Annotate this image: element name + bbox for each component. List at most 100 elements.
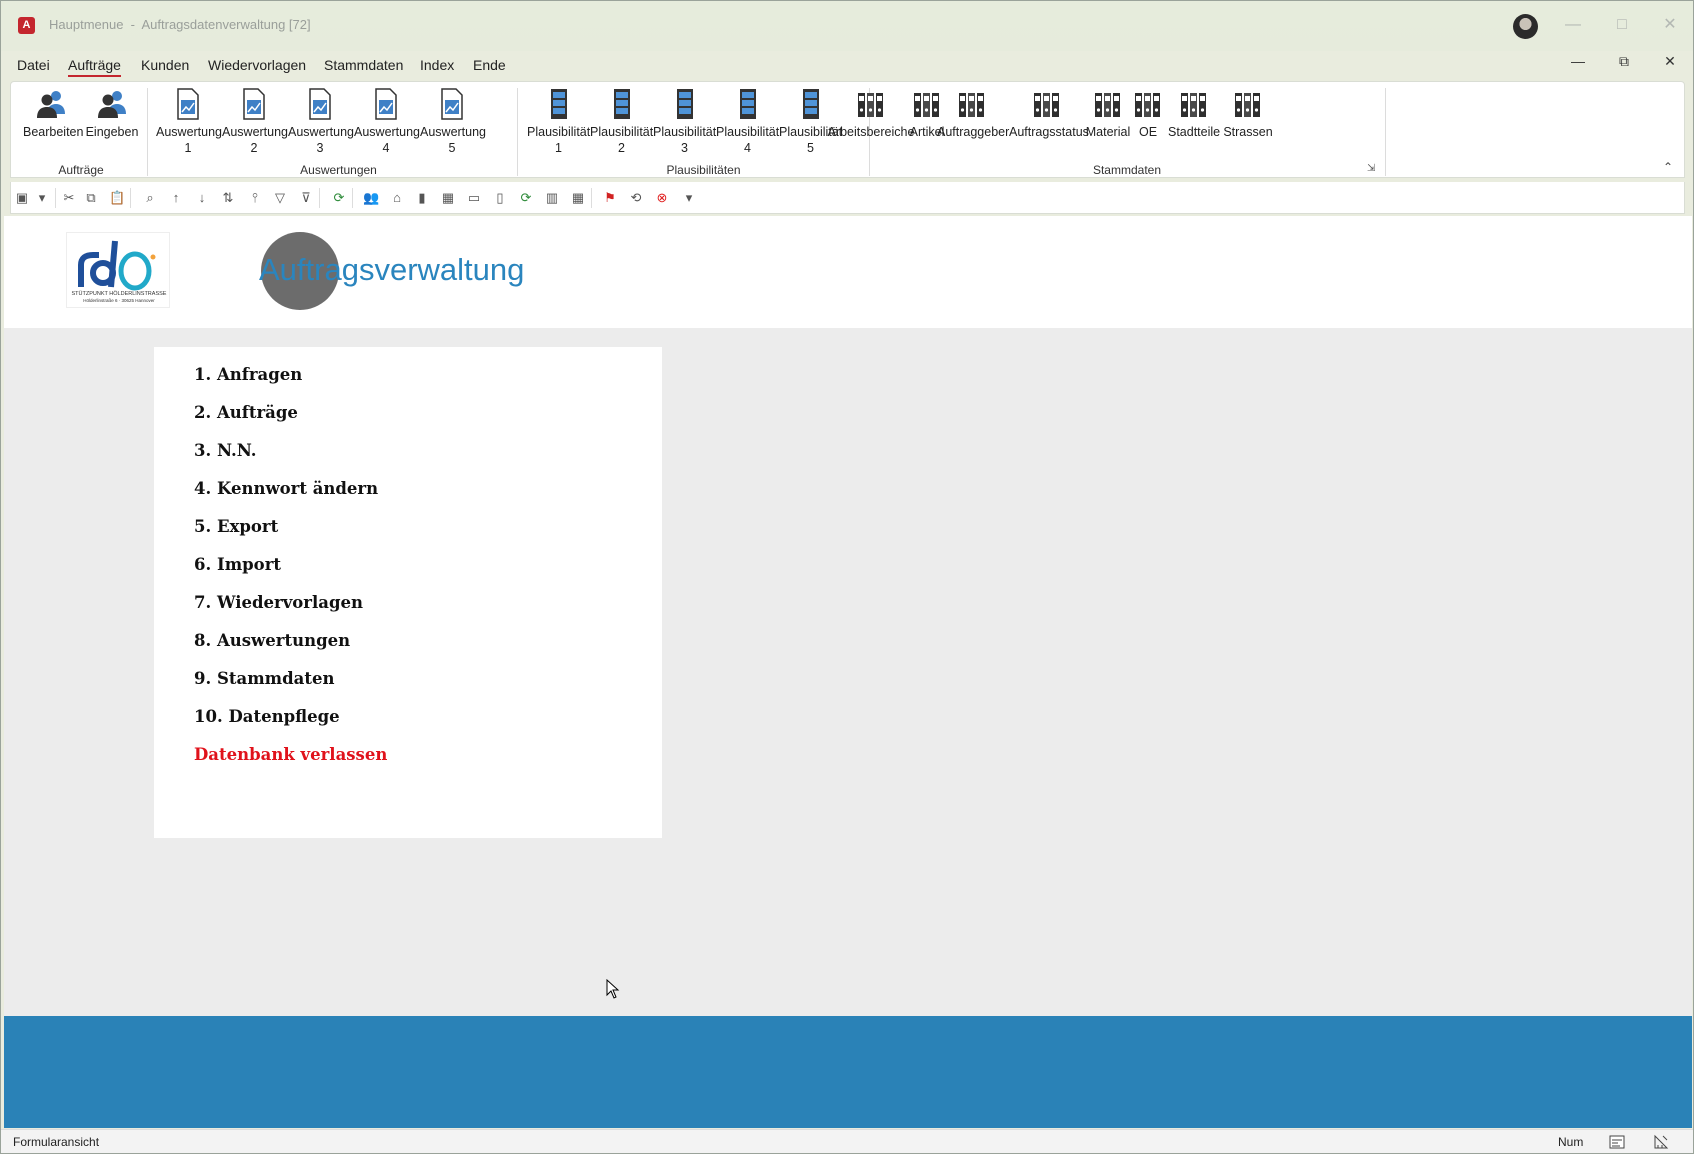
users-icon xyxy=(36,88,66,120)
menu-item-10[interactable]: 10. Datenpflege xyxy=(194,707,340,726)
cancel-icon[interactable]: ⊗ xyxy=(654,190,670,206)
sort-ascending-icon[interactable]: ↑ xyxy=(168,190,184,206)
stammdaten-oe-button-label: OE xyxy=(1138,125,1158,139)
group-label-stammdaten: Stammdaten xyxy=(1092,163,1162,177)
stammdaten-material-button-label: Material xyxy=(1085,125,1131,139)
plausibilitaet-2-button[interactable]: Plausibilität 2 xyxy=(590,88,653,156)
stammdaten-oe-button[interactable]: OE xyxy=(1133,88,1163,140)
bearbeiten-button[interactable]: Bearbeiten xyxy=(23,88,83,140)
report-icon xyxy=(173,88,203,120)
collapse-ribbon-icon[interactable]: ⌃ xyxy=(1663,160,1673,174)
home-icon[interactable]: ⌂ xyxy=(389,190,405,206)
server-icon xyxy=(796,88,826,120)
users-lookup-icon[interactable]: 👥 xyxy=(363,190,379,206)
menu-stammdaten[interactable]: Stammdaten xyxy=(324,57,403,73)
paste-icon[interactable]: 📋 xyxy=(109,190,125,206)
plausibilitaet-4-button[interactable]: Plausibilität 4 xyxy=(716,88,779,156)
maximize-icon[interactable]: □ xyxy=(1607,13,1637,37)
server-icon xyxy=(544,88,574,120)
auswertung-5-button[interactable]: Auswertung 5 xyxy=(420,88,486,156)
ribbon-separator xyxy=(1385,88,1386,176)
auswertung-3-button[interactable]: Auswertung 3 xyxy=(288,88,354,156)
recycle-icon[interactable]: ⟲ xyxy=(628,190,644,206)
auswertung-2-button[interactable]: Auswertung 2 xyxy=(222,88,289,156)
auswertung-4-button[interactable]: Auswertung 4 xyxy=(354,88,420,156)
report-icon[interactable]: ▯ xyxy=(492,190,508,206)
menu-item-3[interactable]: 3. N.N. xyxy=(194,441,257,460)
refresh-icon[interactable]: ⟳ xyxy=(331,190,347,206)
copy-icon[interactable]: ⧉ xyxy=(83,190,99,206)
table-icon[interactable]: ▦ xyxy=(440,190,456,206)
menu-datei[interactable]: Datei xyxy=(17,57,50,73)
sort-descending-icon[interactable]: ↓ xyxy=(194,190,210,206)
flag-icon[interactable]: ⚑ xyxy=(602,190,618,206)
access-app-icon[interactable]: A xyxy=(18,17,35,34)
stammdaten-strassen-button[interactable]: Strassen xyxy=(1223,88,1273,140)
plausibilitaet-1-button-label: Plausibilität xyxy=(527,125,591,139)
auswertung-2-button-label: Auswertung xyxy=(222,125,289,139)
plausibilitaet-3-button-number: 3 xyxy=(681,141,688,155)
selection-filter-icon[interactable]: ⫯ xyxy=(247,190,263,206)
binder-icon xyxy=(1233,88,1263,120)
menu-item-8[interactable]: 8. Auswertungen xyxy=(194,631,350,650)
stammdaten-material-button[interactable]: Material xyxy=(1085,88,1131,140)
menu-ende[interactable]: Ende xyxy=(473,57,506,73)
plausibilitaet-3-button-label: Plausibilität xyxy=(653,125,717,139)
auswertung-1-button[interactable]: Auswertung 1 xyxy=(156,88,222,156)
customize-arrow-icon[interactable]: ▾ xyxy=(681,190,697,206)
menu-index[interactable]: Index xyxy=(420,57,454,73)
stammdaten-auftragsstatus-button[interactable]: Auftragsstatus xyxy=(1009,88,1089,140)
stammdaten-strassen-button-label: Strassen xyxy=(1223,125,1273,139)
database-icon[interactable]: ▮ xyxy=(414,190,430,206)
close-icon[interactable]: ✕ xyxy=(1655,13,1685,37)
menu-item-9[interactable]: 9. Stammdaten xyxy=(194,669,334,688)
cut-icon[interactable]: ✂ xyxy=(61,190,77,206)
clear-filter-icon[interactable]: ⊽ xyxy=(298,190,314,206)
menu-item-4[interactable]: 4. Kennwort ändern xyxy=(194,479,378,498)
design-view-icon[interactable] xyxy=(1653,1134,1669,1150)
auswertung-1-button-number: 1 xyxy=(184,141,192,155)
binder-icon xyxy=(1093,88,1123,120)
bar-chart-icon[interactable]: ▥ xyxy=(544,190,560,206)
toolbar-separator xyxy=(352,188,353,208)
binder-icon xyxy=(957,88,987,120)
title-bar: A Hauptmenue - Auftragsdatenverwaltung [… xyxy=(1,1,1693,51)
doc-minimize-icon[interactable]: — xyxy=(1564,53,1592,73)
form-icon[interactable]: ▭ xyxy=(466,190,482,206)
stammdaten-auftraggeber-button[interactable]: Auftraggeber xyxy=(937,88,1009,140)
eingeben-button[interactable]: Eingeben xyxy=(84,88,140,140)
menu-item-5[interactable]: 5. Export xyxy=(194,517,278,536)
menu-item-6[interactable]: 6. Import xyxy=(194,555,281,574)
binder-icon xyxy=(856,88,886,120)
refresh-green-icon[interactable]: ⟳ xyxy=(518,190,534,206)
minimize-icon[interactable]: — xyxy=(1558,13,1588,37)
menu-item-1[interactable]: 1. Anfragen xyxy=(194,365,302,384)
stammdaten-stadtteile-button-label: Stadtteile xyxy=(1168,125,1221,139)
remove-sort-icon[interactable]: ⇅ xyxy=(220,190,236,206)
menu-bar: Datei Aufträge Kunden Wiedervorlagen Sta… xyxy=(1,51,1693,79)
find-icon[interactable]: ⌕ xyxy=(142,190,158,206)
plausibilitaet-3-button[interactable]: Plausibilität 3 xyxy=(653,88,716,156)
menu-wiedervorlagen[interactable]: Wiedervorlagen xyxy=(208,57,306,73)
stammdaten-arbeitsbereiche-button[interactable]: Arbeitsbereiche xyxy=(824,88,918,140)
exit-database-link[interactable]: Datenbank verlassen xyxy=(194,745,387,764)
stammdaten-auftragsstatus-button-label: Auftragsstatus xyxy=(1009,125,1089,139)
form-view-icon[interactable] xyxy=(1609,1134,1625,1150)
doc-close-icon[interactable]: ✕ xyxy=(1656,53,1684,73)
doc-restore-icon[interactable]: ⧉ xyxy=(1610,53,1638,73)
dropdown-arrow-icon[interactable]: ▾ xyxy=(34,190,50,206)
dialog-launcher-icon[interactable]: ⇲ xyxy=(1367,163,1375,174)
server-icon xyxy=(733,88,763,120)
stammdaten-stadtteile-button[interactable]: Stadtteile xyxy=(1168,88,1220,140)
menu-item-2[interactable]: 2. Aufträge xyxy=(194,403,298,422)
filter-icon[interactable]: ▽ xyxy=(272,190,288,206)
view-switch-icon[interactable]: ▣ xyxy=(14,190,30,206)
datasheet-icon[interactable]: ▦ xyxy=(570,190,586,206)
menu-auftraege[interactable]: Aufträge xyxy=(68,57,121,77)
access-window: A Hauptmenue - Auftragsdatenverwaltung [… xyxy=(0,0,1694,1154)
user-avatar[interactable] xyxy=(1513,14,1538,39)
menu-item-7[interactable]: 7. Wiedervorlagen xyxy=(194,593,363,612)
report-icon xyxy=(371,88,401,120)
plausibilitaet-1-button[interactable]: Plausibilität 1 xyxy=(527,88,590,156)
menu-kunden[interactable]: Kunden xyxy=(141,57,189,73)
